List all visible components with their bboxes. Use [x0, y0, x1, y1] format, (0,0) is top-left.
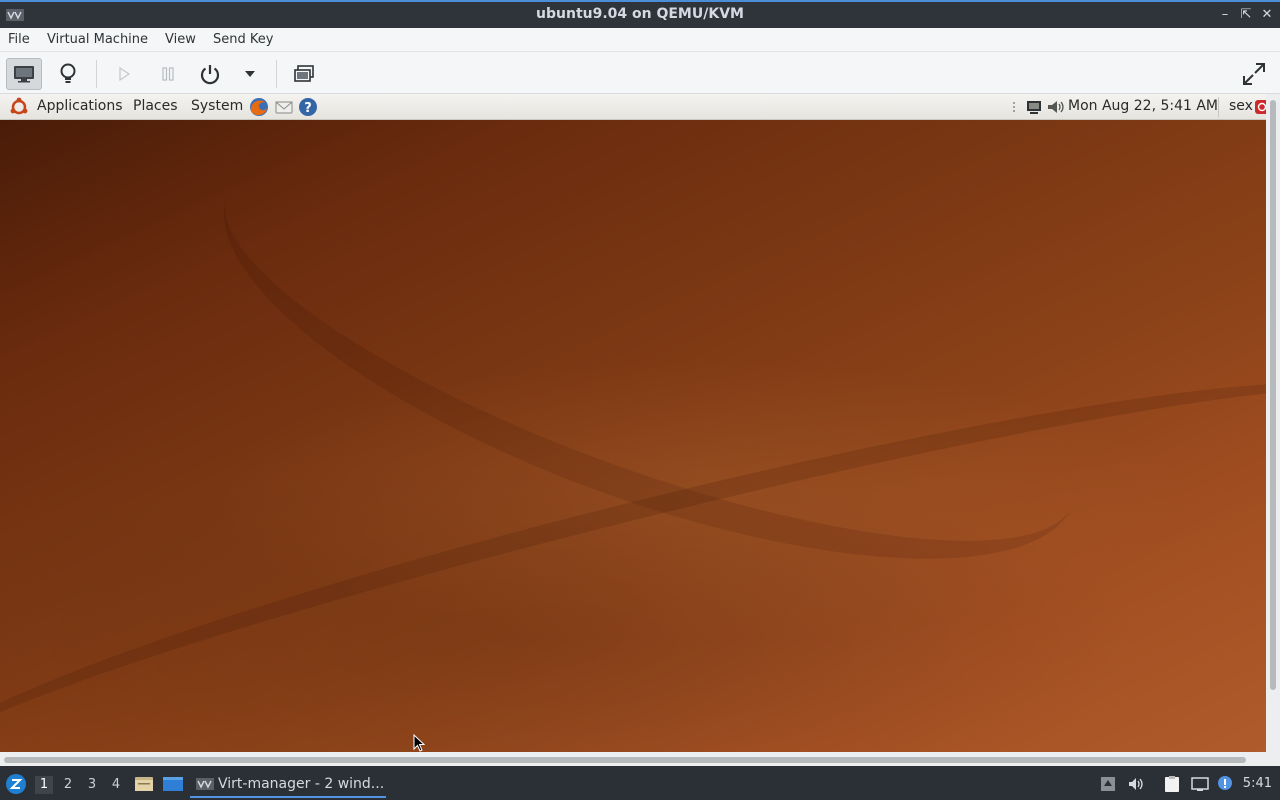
- console-button[interactable]: [6, 58, 42, 90]
- volume-icon[interactable]: [1127, 775, 1145, 793]
- menu-file[interactable]: File: [8, 32, 30, 47]
- menu-view[interactable]: View: [165, 32, 196, 47]
- pause-icon: [162, 67, 174, 81]
- file-manager-icon[interactable]: [134, 775, 154, 793]
- toolbar-separator: [96, 60, 97, 88]
- guest-wallpaper: [0, 94, 1266, 752]
- menu-virtual-machine[interactable]: Virtual Machine: [47, 32, 148, 47]
- clipboard-icon[interactable]: [1163, 775, 1181, 793]
- menu-send-key[interactable]: Send Key: [213, 32, 273, 47]
- panel-separator: [1218, 97, 1219, 117]
- guest-user-menu[interactable]: sex: [1229, 98, 1253, 114]
- snapshots-button[interactable]: [286, 58, 322, 90]
- run-button[interactable]: [106, 58, 142, 90]
- vertical-scrollbar-thumb[interactable]: [1270, 100, 1276, 690]
- guest-menu-system[interactable]: System: [191, 98, 243, 114]
- scrollbar-corner: [1266, 752, 1280, 766]
- fullscreen-icon: [1243, 63, 1265, 85]
- show-desktop-icon[interactable]: [162, 775, 184, 793]
- help-icon[interactable]: ?: [298, 97, 318, 117]
- workspace-1[interactable]: 1: [35, 776, 53, 794]
- workspace-2[interactable]: 2: [59, 776, 77, 794]
- guest-menu-places[interactable]: Places: [133, 98, 178, 114]
- snapshots-icon: [294, 65, 314, 82]
- window-title: ubuntu9.04 on QEMU/KVM: [536, 6, 744, 22]
- workspace-3[interactable]: 3: [83, 776, 101, 794]
- power-icon: [200, 65, 220, 85]
- lightbulb-icon: [60, 63, 76, 83]
- window-titlebar[interactable]: ubuntu9.04 on QEMU/KVM – ⇱ ✕: [0, 0, 1280, 28]
- toolbar: [0, 52, 1280, 94]
- shutdown-menu-button[interactable]: [232, 58, 268, 90]
- shutdown-button[interactable]: [192, 58, 228, 90]
- workspace-4[interactable]: 4: [107, 776, 125, 794]
- fullscreen-button[interactable]: [1236, 58, 1272, 90]
- minimize-icon[interactable]: –: [1216, 6, 1234, 24]
- taskbar-item-label: Virt-manager - 2 wind...: [218, 776, 385, 792]
- guest-display[interactable]: Applications Places System ? Mon Aug 22,…: [0, 94, 1266, 752]
- firefox-icon[interactable]: [249, 97, 269, 117]
- details-button[interactable]: [50, 58, 86, 90]
- host-taskbar: 1 2 3 4 Virt-manager - 2 wind... 5:41: [0, 768, 1280, 800]
- mail-icon[interactable]: [274, 97, 294, 117]
- taskbar-clock[interactable]: 5:41: [1243, 776, 1272, 791]
- taskbar-item-virt-manager[interactable]: Virt-manager - 2 wind...: [190, 772, 386, 798]
- keyboard-layout-icon[interactable]: [1099, 775, 1117, 793]
- shutdown-icon[interactable]: [1255, 97, 1266, 117]
- maximize-icon[interactable]: ⇱: [1237, 6, 1255, 24]
- toolbar-separator: [276, 60, 277, 88]
- menu-bar: File Virtual Machine View Send Key: [0, 28, 1280, 52]
- volume-icon[interactable]: [1046, 97, 1066, 117]
- guest-menu-applications[interactable]: Applications: [37, 98, 123, 114]
- mouse-cursor-icon: [413, 734, 425, 752]
- network-icon[interactable]: [1024, 97, 1044, 117]
- start-menu-icon[interactable]: [5, 773, 27, 795]
- guest-clock[interactable]: Mon Aug 22, 5:41 AM: [1068, 98, 1218, 114]
- horizontal-scrollbar-thumb[interactable]: [4, 757, 1246, 763]
- pause-button[interactable]: [150, 58, 186, 90]
- svg-text:?: ?: [304, 101, 312, 116]
- guest-top-panel: Applications Places System ? Mon Aug 22,…: [0, 94, 1266, 120]
- notification-icon[interactable]: [1216, 775, 1234, 793]
- virt-manager-icon: [196, 778, 214, 790]
- panel-handle-icon: [1013, 102, 1015, 112]
- play-icon: [119, 66, 131, 82]
- close-icon[interactable]: ✕: [1258, 6, 1276, 24]
- monitor-icon: [14, 66, 34, 83]
- chevron-down-icon: [245, 71, 255, 77]
- network-icon[interactable]: [1191, 775, 1209, 793]
- ubuntu-logo-icon: [10, 97, 28, 115]
